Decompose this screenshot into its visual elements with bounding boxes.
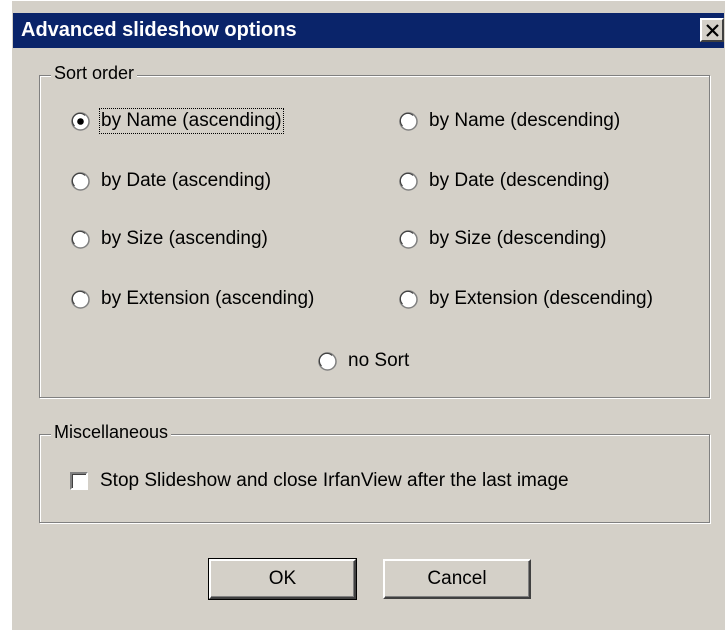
window-title: Advanced slideshow options [21, 19, 297, 41]
radio-extension-descending[interactable]: by Extension (descending) [399, 288, 653, 310]
sort-order-group: Sort order by Name (ascending) by Name (… [39, 63, 710, 398]
miscellaneous-group: Miscellaneous Stop Slideshow and close I… [39, 422, 710, 523]
radio-label: by Extension (descending) [429, 288, 653, 309]
radio-button-icon[interactable] [399, 229, 418, 249]
radio-button-icon[interactable] [318, 351, 337, 371]
radio-button-icon[interactable] [399, 111, 418, 131]
stop-slideshow-checkbox[interactable]: Stop Slideshow and close IrfanView after… [70, 470, 569, 492]
checkbox-label: Stop Slideshow and close IrfanView after… [100, 470, 569, 491]
radio-button-icon[interactable] [71, 229, 90, 249]
radio-label: by Date (ascending) [101, 170, 272, 191]
title-bar[interactable]: Advanced slideshow options [13, 13, 724, 48]
radio-size-descending[interactable]: by Size (descending) [399, 228, 606, 250]
radio-label: no Sort [348, 350, 410, 371]
radio-button-icon[interactable] [71, 171, 90, 191]
ok-button[interactable]: OK [208, 558, 357, 600]
miscellaneous-legend: Miscellaneous [51, 422, 172, 443]
radio-label: by Date (descending) [429, 170, 610, 191]
radio-button-icon[interactable] [399, 289, 418, 309]
radio-date-ascending[interactable]: by Date (ascending) [71, 170, 271, 192]
radio-label: by Extension (ascending) [101, 288, 315, 309]
radio-name-descending[interactable]: by Name (descending) [399, 110, 620, 132]
sort-order-legend: Sort order [51, 63, 138, 84]
radio-label: by Name (descending) [429, 110, 621, 131]
radio-label: by Size (descending) [429, 228, 607, 249]
close-button[interactable] [700, 18, 724, 42]
radio-button-icon[interactable] [399, 171, 418, 191]
close-icon [706, 24, 719, 37]
radio-button-icon[interactable] [71, 111, 90, 131]
radio-label: by Name (ascending) [99, 108, 284, 134]
radio-size-ascending[interactable]: by Size (ascending) [71, 228, 268, 250]
cancel-button[interactable]: Cancel [383, 559, 531, 599]
radio-label: by Size (ascending) [101, 228, 268, 249]
radio-no-sort[interactable]: no Sort [318, 350, 409, 372]
radio-extension-ascending[interactable]: by Extension (ascending) [71, 288, 314, 310]
radio-button-icon[interactable] [71, 289, 90, 309]
checkbox-icon[interactable] [70, 472, 88, 490]
radio-date-descending[interactable]: by Date (descending) [399, 170, 610, 192]
advanced-slideshow-dialog: Advanced slideshow options Sort order by… [11, 0, 725, 630]
radio-name-ascending[interactable]: by Name (ascending) [71, 108, 284, 134]
